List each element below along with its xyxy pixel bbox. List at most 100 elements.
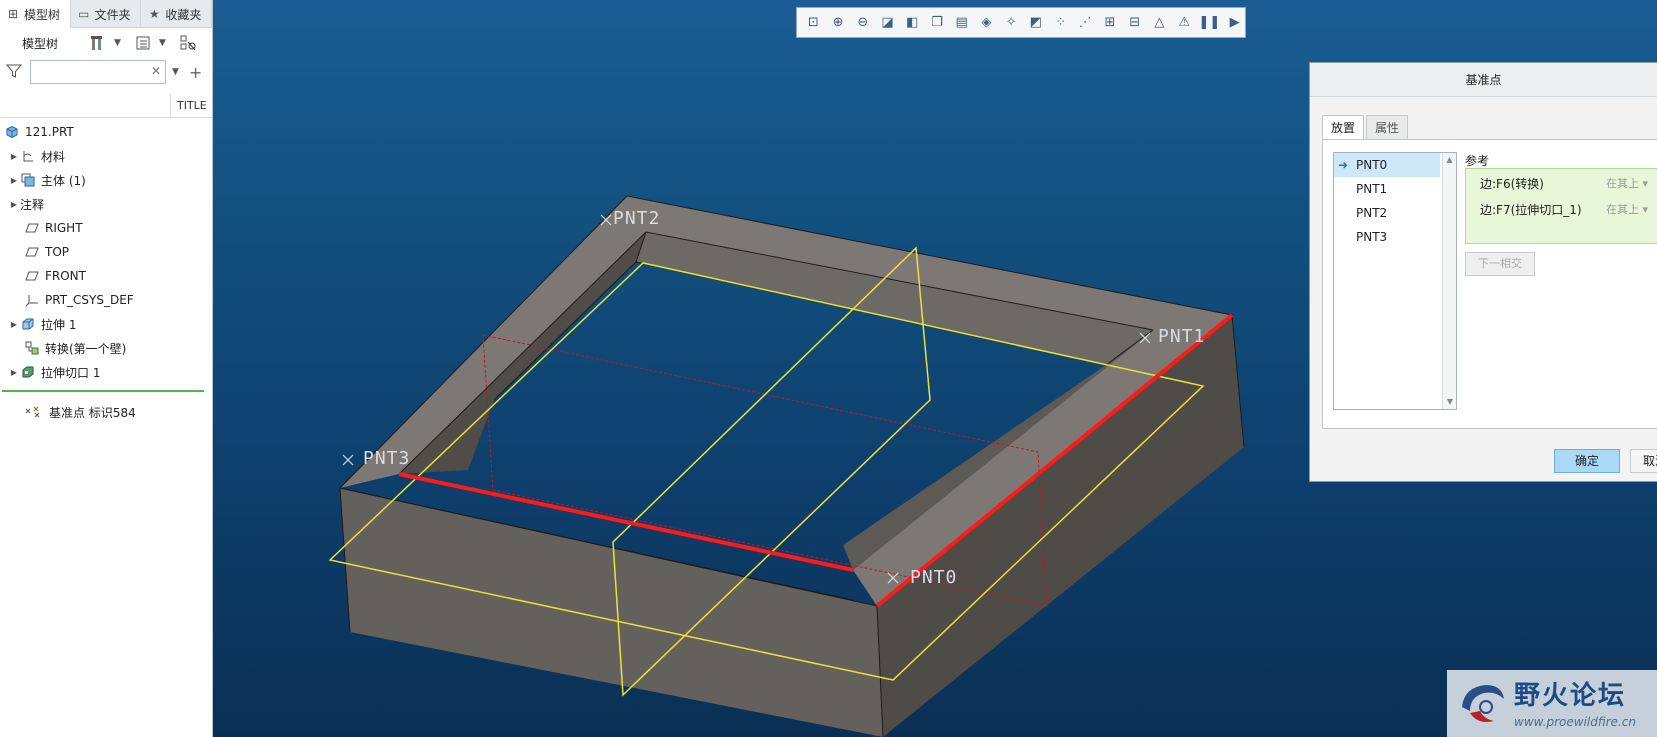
tab-model-tree[interactable]: ⊞ 模型树 <box>0 0 71 28</box>
display-style-icon[interactable]: ◧ <box>902 12 923 34</box>
zoom-out-icon[interactable]: ⊖ <box>852 12 873 34</box>
point-list: ➜ PNT0 PNT1 PNT2 PNT3 ▲ ▼ <box>1333 152 1457 410</box>
tree-item-datum-point[interactable]: 基准点 标识584 <box>0 400 212 424</box>
point-list-item[interactable]: PNT3 <box>1334 225 1440 249</box>
datum-point-dialog: 基准点 放置 属性 ➜ PNT0 PNT1 PNT2 PNT3 ▲ ▼ 参考 边… <box>1309 62 1657 482</box>
tab-properties[interactable]: 属性 <box>1366 115 1409 139</box>
tree-toolbar: 模型树 ▼ ▼ <box>0 28 212 58</box>
datum-display-icon[interactable]: ⁘ <box>1050 12 1071 34</box>
datum-point-marker-pnt3[interactable] <box>342 454 354 466</box>
constraint-select[interactable]: 在其上 ▾ <box>1606 175 1648 191</box>
settings-tools-icon[interactable] <box>88 33 108 53</box>
scroll-up-icon[interactable]: ▲ <box>1443 153 1456 167</box>
expand-icon[interactable]: ▶ <box>8 176 20 185</box>
visibility-filter-icon[interactable] <box>178 33 198 53</box>
pause-icon[interactable]: ❚❚ <box>1199 12 1221 34</box>
tree-item-annotation[interactable]: ▶ 注释 <box>0 192 212 216</box>
chevron-down-icon[interactable]: ▼ <box>159 38 166 48</box>
zoom-in-icon[interactable]: ⊕ <box>828 12 849 34</box>
dialog-title[interactable]: 基准点 <box>1310 63 1657 97</box>
expand-icon[interactable]: ▶ <box>8 368 20 377</box>
tree-item-convert[interactable]: 转换(第一个壁) <box>0 336 212 360</box>
point-display-icon[interactable]: ⋰ <box>1075 12 1096 34</box>
show-list-icon[interactable] <box>133 33 153 53</box>
ok-button[interactable]: 确定 <box>1554 449 1620 473</box>
tree-item-extrude-cut[interactable]: ▶ 拉伸切口 1 <box>0 360 212 384</box>
add-icon[interactable]: + <box>189 63 202 82</box>
tree-item-label: 注释 <box>20 197 45 212</box>
reference-row[interactable]: 边:F7(拉伸切口_1) 在其上 ▾ <box>1466 197 1657 221</box>
outer-front-wall[interactable] <box>340 488 883 737</box>
panel-tabs: ⊞ 模型树 ▭ 文件夹 ★ 收藏夹 <box>0 0 212 28</box>
spin-center-icon[interactable]: ✧ <box>1001 12 1022 34</box>
search-input[interactable] <box>31 61 165 83</box>
point-label-pnt3: PNT3 <box>363 448 410 469</box>
next-intersect-button[interactable]: 下一相交 <box>1465 252 1535 276</box>
reference-name: 边:F6(转换) <box>1480 176 1544 191</box>
tree-item-root[interactable]: 121.PRT <box>0 120 212 144</box>
folder-icon: ▭ <box>78 7 90 21</box>
extrude-cut-icon <box>20 364 36 380</box>
cancel-button[interactable]: 取消 <box>1630 449 1657 473</box>
filter-icon[interactable] <box>5 63 23 82</box>
placement-panel: ➜ PNT0 PNT1 PNT2 PNT3 ▲ ▼ 参考 边:F6(转换) 在其… <box>1322 139 1657 429</box>
point-list-item[interactable]: PNT2 <box>1334 201 1440 225</box>
expand-icon[interactable]: ▶ <box>8 320 20 329</box>
csys-icon <box>24 292 40 308</box>
tab-folder[interactable]: ▭ 文件夹 <box>71 0 142 28</box>
point-list-item[interactable]: PNT1 <box>1334 177 1440 201</box>
appearance-icon[interactable]: △ <box>1149 12 1170 34</box>
point-label-pnt2: PNT2 <box>613 208 660 229</box>
part-icon <box>4 124 20 140</box>
tree-item-csys[interactable]: PRT_CSYS_DEF <box>0 288 212 312</box>
list-scrollbar[interactable]: ▲ ▼ <box>1442 153 1456 409</box>
chevron-down-icon[interactable]: ▼ <box>114 38 121 48</box>
tree-item-body[interactable]: ▶ 主体 (1) <box>0 168 212 192</box>
favorites-icon: ★ <box>148 7 160 21</box>
next-icon[interactable]: ▶ <box>1224 12 1245 34</box>
tree-column-title[interactable]: TITLE <box>170 94 207 117</box>
chevron-down-icon[interactable]: ▼ <box>172 67 179 77</box>
tree-item-label: 主体 (1) <box>41 173 86 188</box>
tree-column-main <box>0 94 170 117</box>
point-name: PNT3 <box>1356 230 1388 244</box>
filter-row: ✕ ▼ + <box>0 58 212 86</box>
simulation-icon[interactable]: ⚠ <box>1174 12 1195 34</box>
toolbar-title: 模型树 <box>22 36 59 51</box>
tree-item-top[interactable]: TOP <box>0 240 212 264</box>
tree-item-front[interactable]: FRONT <box>0 264 212 288</box>
point-name: PNT0 <box>1356 158 1388 172</box>
tab-label: 文件夹 <box>94 7 131 22</box>
forum-watermark: 野火论坛 www.proewildfire.cn <box>1447 670 1657 737</box>
tree-list: 121.PRT ▶ 材料 ▶ 主体 (1) ▶ 注释 RIGHT TOP FRO… <box>0 118 212 424</box>
repaint-icon[interactable]: ◪ <box>877 12 898 34</box>
view-manager-icon[interactable]: ▤ <box>951 12 972 34</box>
annotation-display-icon[interactable]: ◩ <box>1025 12 1046 34</box>
expand-icon[interactable]: ▶ <box>8 200 20 209</box>
tab-favorites[interactable]: ★ 收藏夹 <box>141 0 212 28</box>
reference-row[interactable]: 边:F6(转换) 在其上 ▾ <box>1466 171 1657 195</box>
point-label-pnt1: PNT1 <box>1158 326 1205 347</box>
tree-item-extrude[interactable]: ▶ 拉伸 1 <box>0 312 212 336</box>
tree-item-label: 121.PRT <box>25 125 74 139</box>
refit-icon[interactable]: ⊡ <box>803 12 824 34</box>
tree-item-label: 基准点 标识584 <box>49 405 136 420</box>
body-icon <box>20 172 36 188</box>
constraint-select[interactable]: 在其上 ▾ <box>1606 201 1648 217</box>
tree-item-material[interactable]: ▶ 材料 <box>0 144 212 168</box>
clear-icon[interactable]: ✕ <box>151 64 161 78</box>
reference-collector[interactable]: 边:F6(转换) 在其上 ▾ 边:F7(拉伸切口_1) 在其上 ▾ <box>1465 168 1657 244</box>
saved-views-icon[interactable]: ❐ <box>927 12 948 34</box>
forum-name: 野火论坛 <box>1514 681 1627 711</box>
scroll-down-icon[interactable]: ▼ <box>1443 395 1457 409</box>
tree-item-right[interactable]: RIGHT <box>0 216 212 240</box>
point-list-item[interactable]: ➜ PNT0 <box>1334 153 1440 177</box>
plane-display-icon[interactable]: ⊟ <box>1124 12 1145 34</box>
perspective-icon[interactable]: ◈ <box>976 12 997 34</box>
datum-plane-icon <box>24 220 40 236</box>
tab-placement[interactable]: 放置 <box>1322 115 1365 139</box>
point-label-pnt0: PNT0 <box>910 567 957 588</box>
reference-label: 参考 <box>1465 154 1490 168</box>
expand-icon[interactable]: ▶ <box>8 152 20 161</box>
csys-display-icon[interactable]: ⊞ <box>1100 12 1121 34</box>
